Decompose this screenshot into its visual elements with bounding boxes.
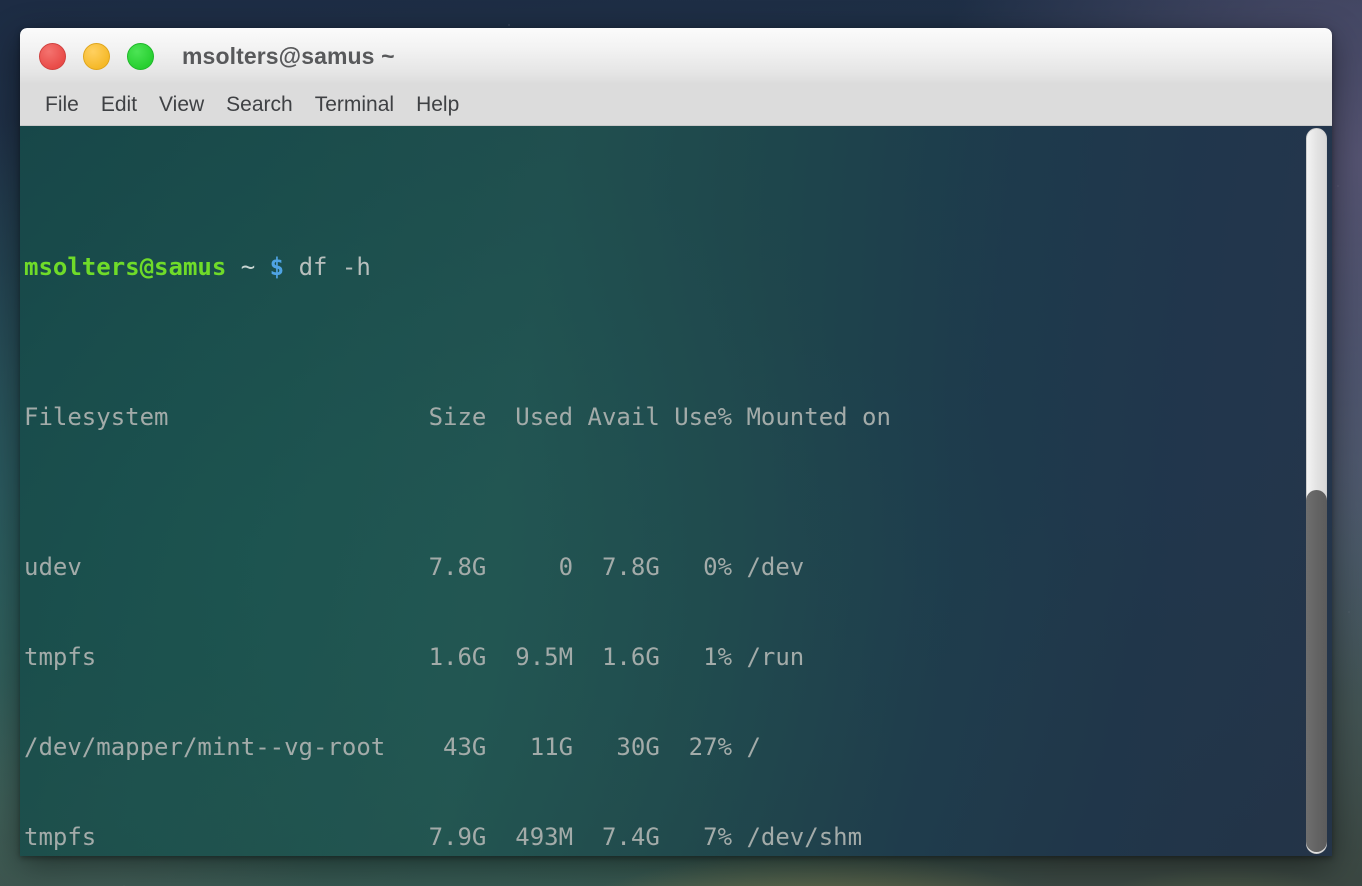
- menu-item-edit[interactable]: Edit: [90, 91, 148, 119]
- menubar: File Edit View Search Terminal Help: [20, 84, 1332, 126]
- table-row: tmpfs 1.6G 9.5M 1.6G 1% /run: [24, 643, 805, 671]
- terminal-screen[interactable]: msolters@samus ~ $ df -h Filesystem Size…: [20, 126, 1332, 856]
- menu-item-help[interactable]: Help: [405, 91, 470, 119]
- desktop-wallpaper: msolters@samus ~ File Edit View Search T…: [0, 0, 1362, 886]
- window-controls: [39, 42, 154, 70]
- table-row: udev 7.8G 0 7.8G 0% /dev: [24, 553, 805, 581]
- terminal-body[interactable]: msolters@samus ~ $ df -h Filesystem Size…: [20, 126, 1332, 856]
- window-title: msolters@samus ~: [182, 42, 395, 69]
- prompt-user-host: msolters@samus: [24, 253, 227, 281]
- terminal-scrollbar[interactable]: [1306, 128, 1327, 854]
- table-row: /dev/mapper/mint--vg-root 43G 11G 30G 27…: [24, 733, 761, 761]
- terminal-window: msolters@samus ~ File Edit View Search T…: [20, 28, 1332, 856]
- menu-item-search[interactable]: Search: [215, 91, 304, 119]
- minimize-button[interactable]: [83, 42, 110, 70]
- maximize-button[interactable]: [127, 42, 154, 70]
- menu-item-file[interactable]: File: [34, 91, 90, 119]
- menu-item-view[interactable]: View: [148, 91, 215, 119]
- table-row: tmpfs 7.9G 493M 7.4G 7% /dev/shm: [24, 823, 863, 851]
- command-text: df -h: [298, 253, 371, 281]
- prompt-path: ~: [240, 253, 256, 281]
- window-titlebar[interactable]: msolters@samus ~: [20, 28, 1332, 84]
- scrollbar-thumb[interactable]: [1306, 490, 1327, 852]
- df-table-header: Filesystem Size Used Avail Use% Mounted …: [24, 403, 891, 431]
- terminal-line-command: msolters@samus ~ $ df -h: [24, 252, 1332, 282]
- menu-item-terminal[interactable]: Terminal: [304, 91, 405, 119]
- close-button[interactable]: [39, 42, 66, 70]
- prompt-symbol: $: [269, 253, 285, 281]
